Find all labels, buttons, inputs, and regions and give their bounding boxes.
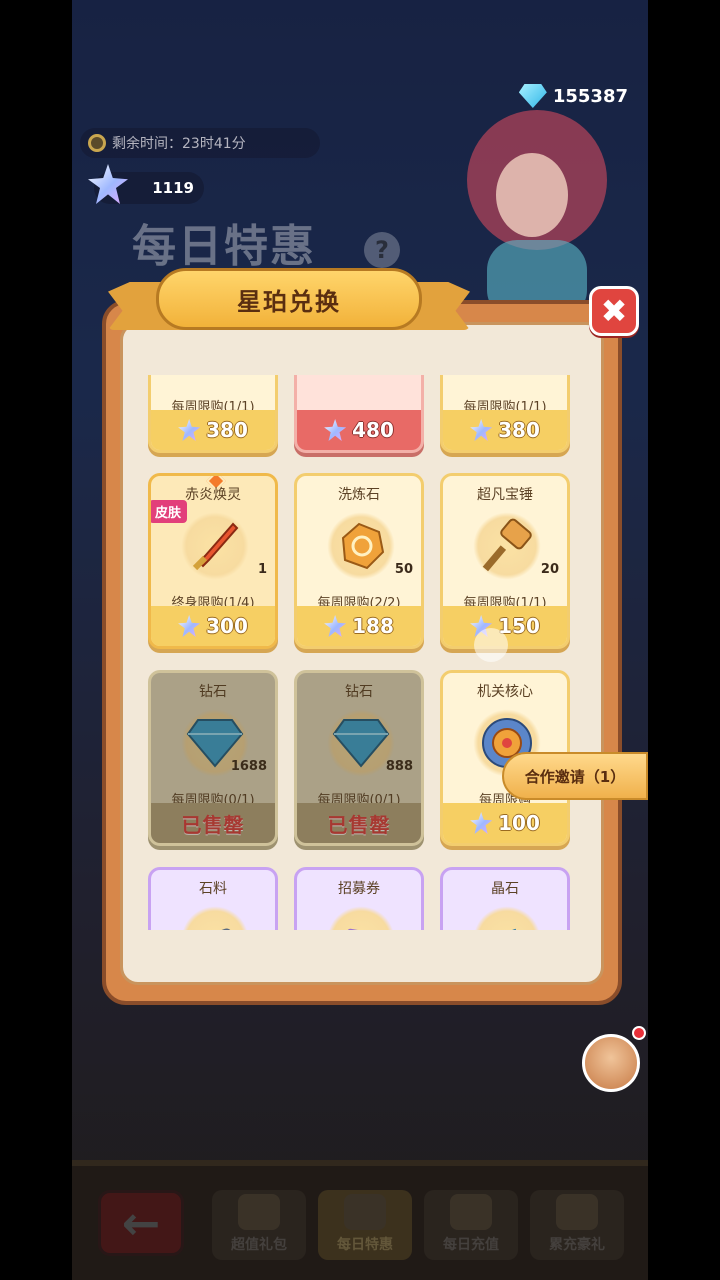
touch-indicator [474,628,508,662]
timer-text: 剩余时间：23时41分 [112,136,246,152]
close-icon: ✖ [600,292,628,330]
item-grid[interactable]: 每周限购(1/1) 380 480 每周限购(1/1) 380 赤炎焕灵 皮肤 [122,375,602,930]
price-value: 188 [352,614,394,638]
item-quantity: 1 [257,562,267,577]
item-name: 钻石 [199,684,227,700]
diamond-icon [327,709,395,777]
item-quantity: 50 [394,562,413,577]
shop-item-card[interactable]: 480 [294,375,424,453]
remaining-time: 剩余时间：23时41分 [80,128,320,158]
item-name: 招募券 [338,881,380,897]
hammer-icon [473,512,541,580]
price-button[interactable]: 300 [151,606,275,646]
skin-badge: 皮肤 [151,500,188,523]
cooperation-invite-button[interactable]: 合作邀请（1） [502,752,648,800]
page-title: 每日特惠 [132,221,316,272]
sold-out-label: 已售罄 [297,803,421,843]
avatar[interactable] [582,1034,640,1092]
diamond-balance: 155387 [518,84,628,108]
star-balance-value: 1119 [152,179,194,197]
price-button[interactable]: 100 [443,803,567,843]
flame-sword-icon [181,512,249,580]
diamond-icon [518,84,547,108]
sold-out-label: 已售罄 [151,803,275,843]
sold-out-text: 已售罄 [327,812,391,837]
price-button[interactable]: 188 [297,606,421,646]
price-value: 380 [498,418,540,442]
crystal-icon [473,906,541,930]
star-amber-icon [324,615,347,637]
item-quantity: 1688 [230,759,267,774]
shop-item-card[interactable]: 石料 [148,867,278,930]
item-name: 超凡宝锤 [477,487,533,503]
diamond-total: 155387 [552,85,628,107]
modal-title-banner: 星珀兑换 [108,268,470,338]
item-name: 钻石 [345,684,373,700]
item-name: 机关核心 [477,684,533,700]
close-button[interactable]: ✖ [589,286,639,336]
star-amber-icon [470,419,493,441]
shop-item-card[interactable]: 招募券 [294,867,424,930]
shop-item-card[interactable]: 赤炎焕灵 皮肤 1 终身限购(1/4) 300 [148,473,278,649]
item-name: 石料 [199,881,227,897]
star-amber-icon [470,812,493,834]
item-quantity: 888 [385,759,413,774]
price-button[interactable]: 480 [297,410,421,450]
modal-title: 星珀兑换 [237,287,341,316]
shop-item-card[interactable]: 每周限购(1/1) 380 [440,375,570,453]
price-button[interactable]: 380 [443,410,567,450]
shop-item-card[interactable]: 洗炼石 50 每周限购(2/2) 188 [294,473,424,649]
shop-item-card[interactable]: 每周限购(1/1) 380 [148,375,278,453]
stone-icon [181,906,249,930]
ticket-icon [327,906,395,930]
help-icon[interactable]: ? [364,232,400,268]
notification-dot [632,1026,646,1040]
shop-item-card[interactable]: 钻石 888 每周限购(0/1) 已售罄 [294,670,424,846]
price-value: 380 [206,418,248,442]
clock-icon [88,134,106,152]
price-value: 480 [352,418,394,442]
shop-item-card[interactable]: 钻石 1688 每周限购(0/1) 已售罄 [148,670,278,846]
price-value: 300 [206,614,248,638]
shop-item-card[interactable]: 晶石 [440,867,570,930]
star-balance: 1119 [88,164,204,204]
item-quantity: 20 [540,562,559,577]
sold-out-text: 已售罄 [181,812,245,837]
refining-stone-icon [327,512,395,580]
item-name: 洗炼石 [338,487,380,503]
star-amber-icon [178,615,201,637]
price-value: 100 [498,811,540,835]
star-amber-icon [324,419,347,441]
star-amber-icon [178,419,201,441]
shop-item-card[interactable]: 超凡宝锤 20 每周限购(1/1) 150 [440,473,570,649]
item-name: 晶石 [491,881,519,897]
price-button[interactable]: 380 [151,410,275,450]
